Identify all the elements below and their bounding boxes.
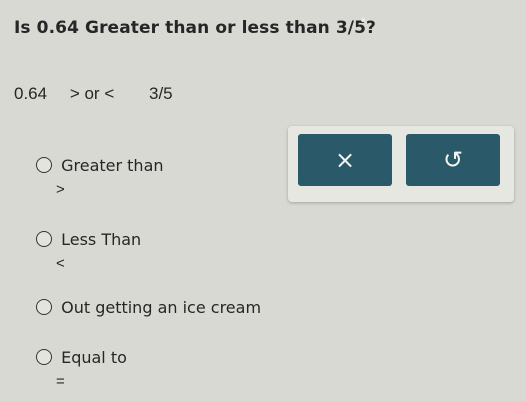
option-equal-to[interactable]: Equal to = bbox=[36, 348, 127, 390]
expression-left: 0.64 bbox=[14, 84, 48, 103]
option-label: Out getting an ice cream bbox=[61, 298, 262, 317]
option-greater-than[interactable]: Greater than > bbox=[36, 156, 164, 198]
radio-equal-to[interactable] bbox=[36, 349, 52, 365]
option-symbol: = bbox=[56, 373, 65, 390]
option-symbol: > bbox=[56, 181, 65, 198]
answer-panel: × ↺ bbox=[288, 126, 514, 202]
option-ice-cream[interactable]: Out getting an ice cream bbox=[36, 298, 261, 317]
option-symbol: < bbox=[56, 255, 65, 272]
expression-comparison: > or < bbox=[69, 84, 115, 103]
expression-right: 3/5 bbox=[148, 84, 173, 103]
radio-greater-than[interactable] bbox=[36, 157, 52, 173]
close-icon: × bbox=[334, 146, 356, 174]
sparkle-mark bbox=[361, 18, 365, 22]
expression: 0.64 > or < 3/5 bbox=[14, 84, 173, 104]
radio-ice-cream[interactable] bbox=[36, 299, 52, 315]
option-label: Equal to bbox=[61, 348, 127, 367]
option-label: Greater than bbox=[61, 156, 164, 175]
close-button[interactable]: × bbox=[298, 134, 392, 186]
undo-icon: ↺ bbox=[442, 146, 464, 174]
question-title: Is 0.64 Greater than or less than 3/5? bbox=[14, 18, 376, 38]
option-label: Less Than bbox=[61, 230, 142, 249]
undo-button[interactable]: ↺ bbox=[406, 134, 500, 186]
option-less-than[interactable]: Less Than < bbox=[36, 230, 142, 272]
radio-less-than[interactable] bbox=[36, 231, 52, 247]
